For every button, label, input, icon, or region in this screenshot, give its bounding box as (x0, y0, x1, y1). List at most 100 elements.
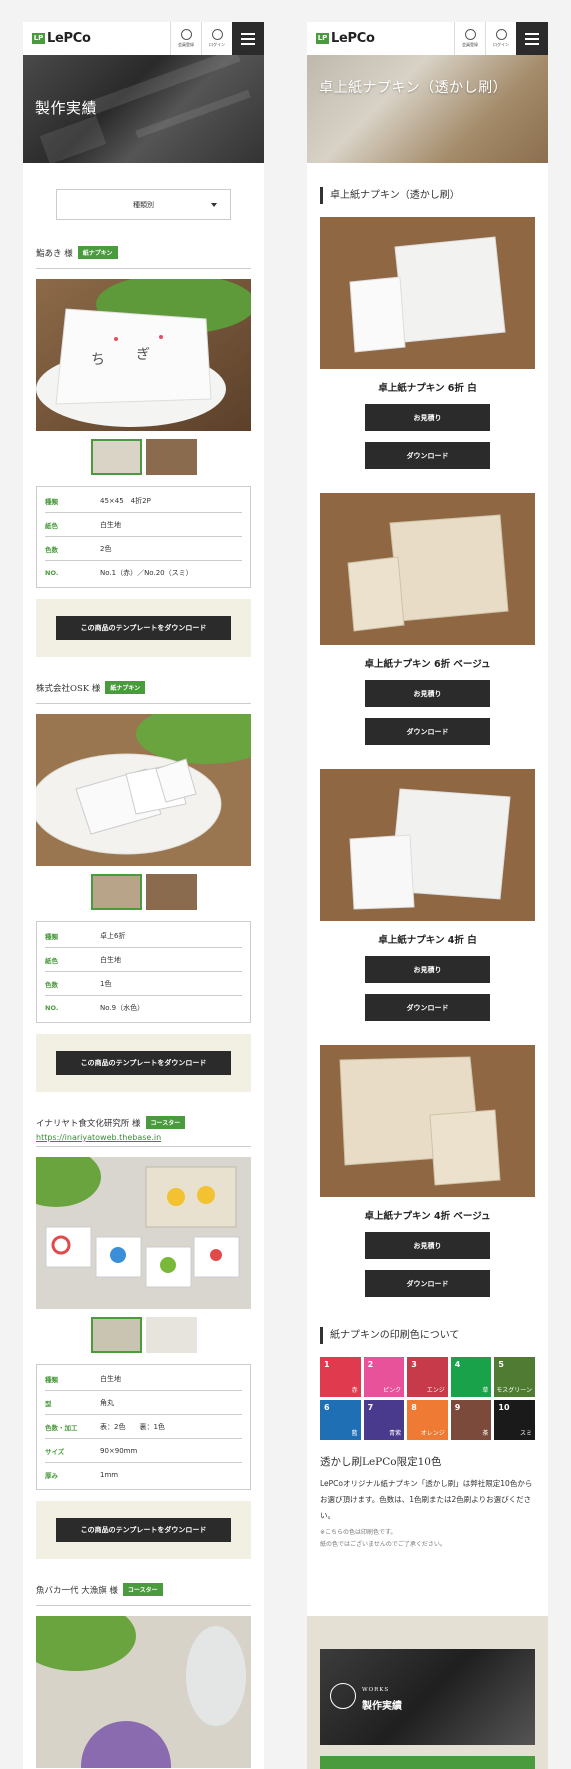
next-banner[interactable] (320, 1756, 535, 1769)
category-select[interactable]: 種類別 (56, 189, 231, 220)
caret-down-icon (211, 203, 217, 207)
category-badge: 紙ナプキン (105, 681, 146, 694)
color-name: 草 (482, 1387, 489, 1394)
spec-row: 色数・加工 表：2色 裏：1色 (45, 1415, 242, 1439)
color-name: オレンジ (420, 1430, 445, 1437)
estimate-button[interactable]: お見積り (365, 1232, 490, 1259)
color-name: スミ (519, 1430, 532, 1437)
spec-key: 色数 (45, 980, 58, 989)
right-page: LP LePCo 会員登録 ログイン 卓上紙ナプキン（透かし刷） 卓上紙ナプキン… (307, 22, 548, 1769)
work-client: イナリヤト食文化研究所 様 (36, 1118, 141, 1129)
color-swatch: 9茶 (450, 1400, 492, 1440)
hamburger-icon[interactable] (516, 22, 548, 55)
register-button[interactable]: 会員登録 (170, 22, 201, 55)
works-icon (330, 1683, 356, 1709)
logo-text: LePCo (47, 31, 91, 46)
register-label: 会員登録 (178, 42, 194, 47)
works-banner-area: WORKS 製作実績 (307, 1616, 548, 1769)
work-client: 魚バカ一代 大漁旗 様 (36, 1585, 118, 1596)
work-item: 株式会社OSK 様 紙ナプキン 種類 卓上6折 紙色 白生地 色数 1色 NO. No.… (36, 681, 251, 1092)
hero-banner: 製作実績 (23, 55, 264, 163)
product-name: 卓上紙ナプキン 4折 ベージュ (364, 1211, 491, 1222)
logo-mark: LP (32, 33, 45, 44)
template-download-button[interactable]: この商品のテンプレートをダウンロード (56, 1518, 231, 1542)
logo[interactable]: LP LePCo (316, 31, 375, 46)
spec-key: NO. (45, 1004, 59, 1012)
thumbnail[interactable] (90, 439, 142, 475)
hamburger-icon[interactable] (232, 22, 264, 55)
work-client: 株式会社OSK 様 (36, 683, 101, 694)
product-name: 卓上紙ナプキン 4折 白 (378, 935, 477, 946)
color-swatch: 7 青紫 (363, 1400, 405, 1440)
thumbnail[interactable] (145, 1317, 197, 1353)
template-download-button[interactable]: この商品のテンプレートをダウンロード (56, 616, 231, 640)
estimate-button[interactable]: お見積り (365, 680, 490, 707)
spec-key: 色数・加工 (45, 1423, 78, 1432)
color-number: 9 (454, 1403, 461, 1412)
work-item: イナリヤト食文化研究所 様 コースター https://inariyatoweb… (36, 1116, 251, 1559)
spec-key: 色数 (45, 545, 58, 554)
estimate-button[interactable]: お見積り (365, 404, 490, 431)
spec-row: 厚み 1mm (45, 1463, 242, 1487)
work-title: 魚バカ一代 大漁旗 様 コースター (36, 1583, 251, 1606)
spec-key: 型 (45, 1399, 52, 1408)
works-banner[interactable]: WORKS 製作実績 (320, 1649, 535, 1745)
work-title: 株式会社OSK 様 紙ナプキン (36, 681, 251, 704)
svg-text:ち: ち (91, 352, 105, 368)
download-button[interactable]: ダウンロード (365, 442, 490, 469)
spec-key: 厚み (45, 1472, 58, 1480)
product-photo (320, 493, 535, 645)
spec-row: 種類 45×45 4折2P (45, 489, 242, 513)
color-swatch: 3 エンジ (407, 1357, 448, 1397)
photo-thumbnails (36, 1317, 251, 1353)
download-button[interactable]: ダウンロード (365, 994, 490, 1021)
spec-value: 白生地 (100, 1374, 121, 1383)
user-icon (464, 29, 476, 40)
color-swatch: 2 ピンク (363, 1357, 405, 1397)
login-button[interactable]: ログイン (201, 22, 232, 55)
spec-key: サイズ (45, 1447, 65, 1456)
product-photo (320, 769, 535, 921)
spec-row: 型 角丸 (45, 1391, 242, 1415)
category-badge: コースター (122, 1583, 163, 1596)
color-name: ピンク (383, 1387, 402, 1394)
print-color-grid: 1 赤 2 ピンク 3 エンジ 4 草 5 モスグリーン 6 藍 7 青紫 8 オレンジ 9 茶 10 スミ (320, 1357, 535, 1440)
product-card: 卓上紙ナプキン 6折 白 お見積り ダウンロード (320, 217, 535, 469)
note-line: 紙の色ではございませんのでご了承ください。 (320, 1541, 446, 1548)
logo-text: LePCo (331, 31, 375, 46)
thumbnail[interactable] (145, 874, 197, 910)
work-item: 魚バカ一代 大漁旗 様 コースター (36, 1583, 251, 1768)
work-photo (36, 1616, 251, 1768)
color-number: 2 (367, 1360, 374, 1369)
download-button[interactable]: ダウンロード (365, 1270, 490, 1297)
logo[interactable]: LP LePCo (32, 31, 91, 46)
login-button[interactable]: ログイン (485, 22, 516, 55)
login-label: ログイン (493, 42, 509, 47)
template-download-box: この商品のテンプレートをダウンロード (36, 1501, 251, 1559)
color-number: 7 (367, 1403, 374, 1412)
estimate-button[interactable]: お見積り (365, 956, 490, 983)
thumbnail[interactable] (90, 1317, 142, 1353)
product-card: 卓上紙ナプキン 4折 白 お見積り ダウンロード (320, 769, 535, 1021)
spec-row: 色数 1色 (45, 972, 242, 996)
color-number: 4 (454, 1360, 461, 1369)
register-label: 会員登録 (462, 42, 478, 47)
spec-key: 紙色 (45, 956, 58, 965)
page-title: 製作実績 (35, 99, 98, 117)
section-title: 卓上紙ナプキン（透かし刷） (320, 187, 535, 204)
download-button[interactable]: ダウンロード (365, 718, 490, 745)
work-url-link[interactable]: https://inariyatoweb.thebase.in (36, 1133, 251, 1142)
spec-table: 種類 白生地 型 角丸 色数・加工 表：2色 裏：1色 サイズ 90×90mm 厚み 1m… (36, 1364, 251, 1490)
photo-thumbnails (36, 874, 251, 910)
spec-row: 種類 白生地 (45, 1367, 242, 1391)
thumbnail[interactable] (90, 874, 142, 910)
user-icon (180, 29, 192, 40)
thumbnail[interactable] (145, 439, 197, 475)
color-swatch: 1赤 (320, 1357, 361, 1397)
section-title: 紙ナプキンの印刷色について (320, 1327, 535, 1344)
color-name: 藍 (351, 1430, 358, 1437)
register-button[interactable]: 会員登録 (454, 22, 485, 55)
template-download-button[interactable]: この商品のテンプレートをダウンロード (56, 1051, 231, 1075)
spec-key: NO. (45, 569, 59, 577)
product-name: 卓上紙ナプキン 6折 白 (378, 383, 477, 394)
